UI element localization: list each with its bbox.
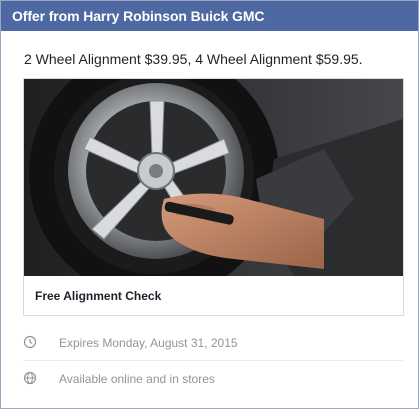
- globe-icon: [23, 371, 37, 385]
- offer-header: Offer from Harry Robinson Buick GMC: [1, 1, 418, 31]
- offer-card[interactable]: Free Alignment Check: [23, 78, 404, 316]
- clock-icon: [23, 335, 37, 349]
- expires-text: Expires Monday, August 31, 2015: [59, 336, 238, 350]
- offer-header-title: Offer from Harry Robinson Buick GMC: [12, 8, 265, 24]
- availability-row: Available online and in stores: [23, 362, 403, 396]
- offer-description: 2 Wheel Alignment $39.95, 4 Wheel Alignm…: [24, 51, 363, 67]
- offer-card-caption[interactable]: Free Alignment Check: [35, 289, 161, 303]
- expires-row: Expires Monday, August 31, 2015: [23, 326, 403, 361]
- offer-panel: Offer from Harry Robinson Buick GMC 2 Wh…: [0, 0, 419, 409]
- wheel-photo-image: [24, 79, 403, 276]
- availability-text: Available online and in stores: [59, 372, 215, 386]
- offer-photo[interactable]: [24, 79, 403, 276]
